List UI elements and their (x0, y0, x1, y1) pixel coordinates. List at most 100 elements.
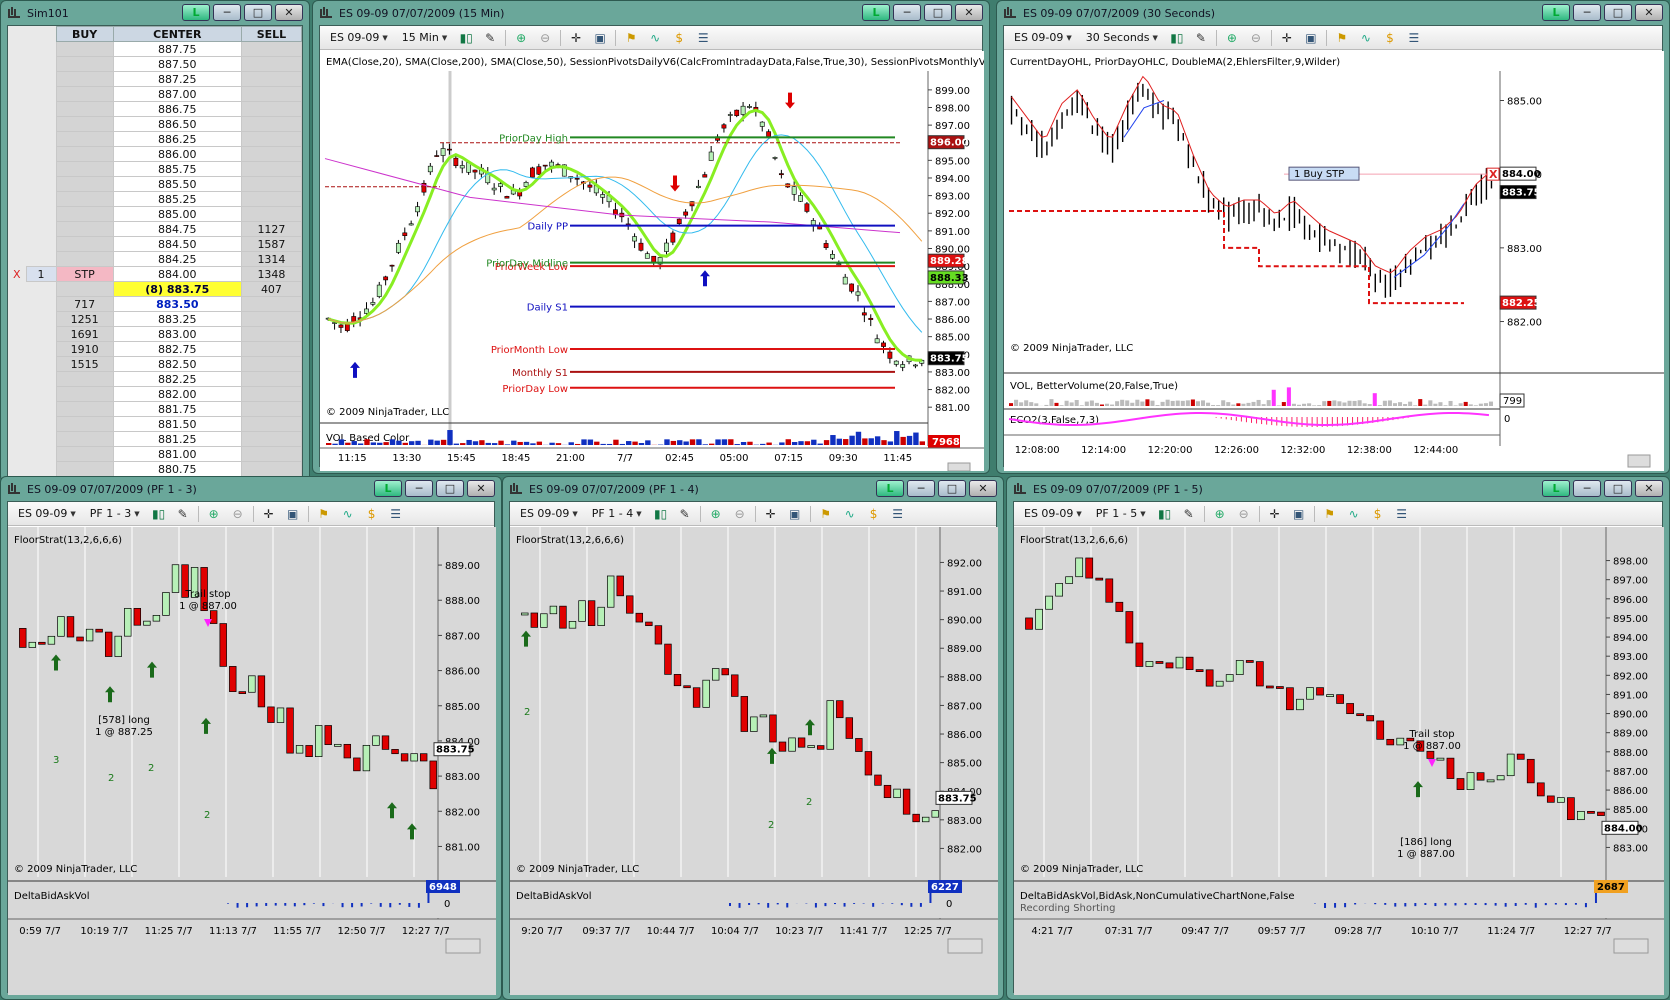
data-box-icon[interactable]: ▣ (786, 506, 804, 522)
zoom-in-icon[interactable]: ⊕ (1211, 506, 1229, 522)
sell-cell[interactable] (240, 341, 302, 357)
pencil-icon[interactable]: ✎ (481, 30, 499, 46)
chart-30sec-titlebar[interactable]: ES 09-09 07/07/2009 (30 Seconds) L ─ □ ✕ (997, 1, 1669, 25)
instrument-selector[interactable]: ES 09-09 ▼ (1010, 31, 1076, 44)
close-button[interactable]: ✕ (1635, 4, 1663, 21)
dom-row[interactable]: 885.50 (8, 176, 302, 192)
buy-cell[interactable] (55, 41, 114, 57)
strategies-icon[interactable]: ⚑ (817, 506, 835, 522)
buy-cell[interactable] (55, 221, 114, 237)
bar-style-icon[interactable]: ▮▯ (150, 506, 168, 522)
close-button[interactable]: ✕ (969, 480, 997, 497)
bar-style-icon[interactable]: ▮▯ (1168, 30, 1186, 46)
pencil-icon[interactable]: ✎ (1192, 30, 1210, 46)
buy-cell[interactable]: 717 (55, 296, 114, 312)
sell-cell[interactable]: 1127 (240, 221, 302, 237)
sell-cell[interactable] (240, 146, 302, 162)
buy-cell[interactable] (55, 206, 114, 222)
crosshair-icon[interactable]: ✛ (567, 30, 585, 46)
zoom-out-icon[interactable]: ⊖ (536, 30, 554, 46)
dom-row[interactable]: 885.25 (8, 191, 302, 207)
properties-icon[interactable]: ☰ (387, 506, 405, 522)
buy-cell[interactable]: 1691 (55, 326, 114, 342)
sell-cell[interactable] (240, 371, 302, 387)
dom-row[interactable]: 881.50 (8, 416, 302, 432)
instrument-selector[interactable]: ES 09-09 ▼ (326, 31, 392, 44)
interval-selector[interactable]: 15 Min ▼ (398, 31, 451, 44)
properties-icon[interactable]: ☰ (694, 30, 712, 46)
zoom-in-icon[interactable]: ⊕ (707, 506, 725, 522)
pencil-icon[interactable]: ✎ (1180, 506, 1198, 522)
link-button[interactable]: L (1542, 4, 1570, 21)
chart-trader-icon[interactable]: $ (1369, 506, 1387, 522)
buy-cell[interactable] (55, 101, 114, 117)
properties-icon[interactable]: ☰ (889, 506, 907, 522)
sell-cell[interactable] (240, 386, 302, 402)
close-button[interactable]: ✕ (467, 480, 495, 497)
close-button[interactable]: ✕ (955, 4, 983, 21)
buy-cell[interactable] (55, 281, 114, 297)
interval-selector[interactable]: PF 1 - 5 ▼ (1092, 507, 1150, 520)
dom-row[interactable]: 886.75 (8, 101, 302, 117)
sell-cell[interactable]: 1348 (240, 266, 302, 282)
sell-cell[interactable] (240, 161, 302, 177)
buy-cell[interactable] (55, 446, 114, 462)
dom-row[interactable]: (8) 883.75 407 (8, 281, 302, 297)
buy-cell[interactable]: STP (55, 266, 114, 282)
sell-cell[interactable]: 1587 (240, 236, 302, 252)
sell-cell[interactable] (240, 431, 302, 447)
crosshair-icon[interactable]: ✛ (1266, 506, 1284, 522)
maximize-button[interactable]: □ (436, 480, 464, 497)
buy-cell[interactable] (55, 71, 114, 87)
instrument-selector[interactable]: ES 09-09 ▼ (1020, 507, 1086, 520)
sell-cell[interactable] (240, 131, 302, 147)
sell-cell[interactable] (240, 41, 302, 57)
dom-row[interactable]: 884.50 1587 (8, 236, 302, 252)
instrument-selector[interactable]: ES 09-09 ▼ (516, 507, 582, 520)
sell-cell[interactable] (240, 116, 302, 132)
dom-row[interactable]: 880.75 (8, 461, 302, 476)
strategies-icon[interactable]: ⚑ (1321, 506, 1339, 522)
chart-pf5-svg[interactable]: FloorStrat(13,2,6,6,6)Trail stop1 @ 887.… (1014, 527, 1664, 995)
minimize-button[interactable]: ─ (213, 4, 241, 21)
strategies-icon[interactable]: ⚑ (1333, 30, 1351, 46)
dom-row[interactable]: 881.00 (8, 446, 302, 462)
strategies-icon[interactable]: ⚑ (315, 506, 333, 522)
minimize-button[interactable]: ─ (1573, 480, 1601, 497)
indicators-icon[interactable]: ∿ (841, 506, 859, 522)
order-qty[interactable]: 1 (25, 266, 57, 282)
buy-cell[interactable] (55, 416, 114, 432)
dom-row[interactable]: 882.25 (8, 371, 302, 387)
dom-row[interactable]: 887.00 (8, 86, 302, 102)
chart-30sec-svg[interactable]: CurrentDayOHL, PriorDayOHLC, DoubleMA(2,… (1004, 51, 1664, 471)
sell-cell[interactable] (240, 101, 302, 117)
sell-cell[interactable] (240, 86, 302, 102)
crosshair-icon[interactable]: ✛ (1278, 30, 1296, 46)
data-box-icon[interactable]: ▣ (1290, 506, 1308, 522)
sell-cell[interactable]: 1314 (240, 251, 302, 267)
dom-row[interactable]: 884.75 1127 (8, 221, 302, 237)
buy-cell[interactable] (55, 461, 114, 476)
dom-row[interactable]: 1691 883.00 (8, 326, 302, 342)
buy-cell[interactable] (55, 236, 114, 252)
sell-cell[interactable] (240, 176, 302, 192)
minimize-button[interactable]: ─ (1573, 4, 1601, 21)
link-button[interactable]: L (876, 480, 904, 497)
zoom-out-icon[interactable]: ⊖ (229, 506, 247, 522)
chart-pf5-canvas[interactable]: FloorStrat(13,2,6,6,6) Trail stop 1 @ 887.… (1014, 527, 1664, 995)
data-box-icon[interactable]: ▣ (1302, 30, 1320, 46)
sell-cell[interactable] (240, 311, 302, 327)
properties-icon[interactable]: ☰ (1393, 506, 1411, 522)
maximize-button[interactable]: □ (244, 4, 272, 21)
sell-cell[interactable] (240, 56, 302, 72)
chart-15min-canvas[interactable]: EMA(Close,20), SMA(Close,200), SMA(Close… (320, 51, 984, 471)
buy-cell[interactable]: 1515 (55, 356, 114, 372)
zoom-out-icon[interactable]: ⊖ (731, 506, 749, 522)
dom-row[interactable]: 887.50 (8, 56, 302, 72)
buy-cell[interactable] (55, 431, 114, 447)
sell-cell[interactable] (240, 71, 302, 87)
link-button[interactable]: L (862, 4, 890, 21)
buy-cell[interactable]: 1910 (55, 341, 114, 357)
buy-cell[interactable] (55, 56, 114, 72)
chart-30sec-canvas[interactable]: CurrentDayOHL, PriorDayOHLC, DoubleMA(2,… (1004, 51, 1664, 471)
